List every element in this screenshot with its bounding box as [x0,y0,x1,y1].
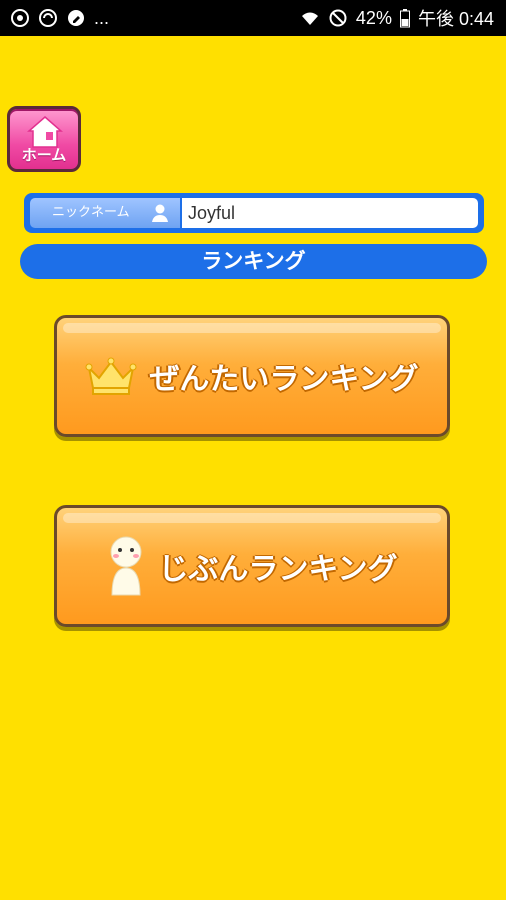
overall-ranking-button[interactable]: ぜんたいランキング [54,315,450,437]
notification-app-icon [11,9,29,27]
personal-ranking-button[interactable]: じぶんランキング [54,505,450,627]
nickname-label-box: ニックネーム [30,198,180,228]
notification-edit-icon [68,10,84,26]
home-button[interactable]: ホーム [7,106,81,172]
status-bar-right: 42% 午後 0:44 [300,5,494,31]
clock: 午後 0:44 [417,9,494,29]
status-bar: ... 42% 午後 0:44 [0,0,506,36]
battery-icon [399,9,410,28]
character-icon [110,536,142,596]
status-bar-left: ... [10,8,109,29]
nickname-label: ニックネーム [52,205,130,220]
person-icon [152,204,168,222]
nickname-field[interactable]: Joyful [182,198,478,228]
crown-icon [85,357,137,395]
section-title: ランキング [20,244,487,279]
personal-ranking-label: じぶんランキング [158,552,398,587]
wifi-icon [301,12,318,25]
do-not-disturb-icon [329,9,347,27]
nickname-bar: ニックネーム Joyful [24,193,484,233]
notification-sync-icon [39,9,57,27]
home-label: ホーム [21,146,67,164]
overall-ranking-label: ぜんたいランキング [149,362,419,397]
battery-percent: 42% [355,7,392,28]
status-overflow-text: ... [94,7,110,28]
